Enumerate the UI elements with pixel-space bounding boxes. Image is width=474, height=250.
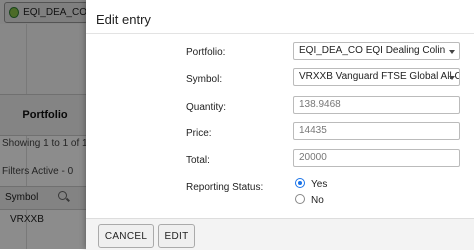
- quantity-field[interactable]: 138.9468: [293, 96, 460, 114]
- dialog-title: Edit entry: [96, 12, 151, 27]
- reporting-status-yes-label[interactable]: Yes: [311, 179, 327, 190]
- cancel-button[interactable]: CANCEL: [98, 224, 154, 248]
- symbol-label: Symbol:: [186, 74, 223, 85]
- price-label: Price:: [186, 128, 212, 139]
- total-field[interactable]: 20000: [293, 149, 460, 167]
- reporting-status-yes-radio[interactable]: [295, 178, 305, 188]
- quantity-label: Quantity:: [186, 102, 227, 113]
- portfolio-label: Portfolio:: [186, 47, 226, 58]
- edit-button[interactable]: EDIT: [158, 224, 195, 248]
- portfolio-select-value: EQI_DEA_CO EQI Dealing Colin: [299, 45, 446, 56]
- title-divider: [86, 33, 474, 34]
- chevron-down-icon: [449, 50, 455, 54]
- symbol-select[interactable]: VRXXB Vanguard FTSE Global All Cap...: [293, 68, 460, 86]
- reporting-status-no-radio[interactable]: [295, 194, 305, 204]
- price-field[interactable]: 14435: [293, 122, 460, 140]
- portfolio-select[interactable]: EQI_DEA_CO EQI Dealing Colin: [293, 42, 460, 60]
- symbol-select-value: VRXXB Vanguard FTSE Global All Cap...: [299, 71, 459, 82]
- reporting-status-label: Reporting Status:: [186, 182, 264, 193]
- chevron-down-icon: [449, 76, 455, 80]
- total-label: Total:: [186, 155, 210, 166]
- edit-entry-dialog: Edit entry Portfolio: EQI_DEA_CO EQI Dea…: [86, 0, 474, 250]
- reporting-status-no-label[interactable]: No: [311, 195, 324, 206]
